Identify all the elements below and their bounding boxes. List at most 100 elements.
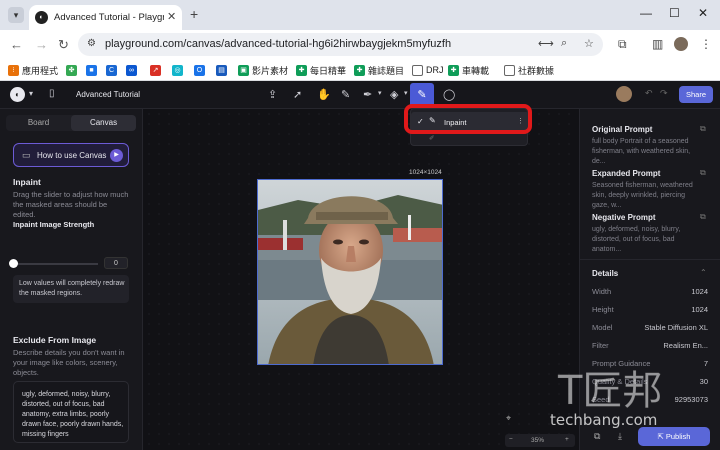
board-canvas-switch: Board Canvas [6, 115, 136, 131]
bookmark-daily[interactable]: ✚ 每日精華 [296, 63, 346, 77]
logo-chevron-icon[interactable]: ▾ [29, 89, 33, 98]
detail-value: Realism En... [663, 341, 708, 350]
close-window-icon[interactable]: ✕ [698, 6, 708, 20]
details-collapse-icon[interactable]: ⌃ [700, 268, 707, 277]
zoom-icon[interactable]: ⌕ [561, 37, 567, 50]
playground-app: ◐ ▾ ▯ Advanced Tutorial ⇪ ➚ ✋ ✎ ✒ ▾ ◈ ▾ … [0, 81, 720, 450]
bookmark-magazine[interactable]: ✚ 雜誌題目 [354, 63, 404, 77]
detail-value: 30 [699, 377, 708, 386]
pen-tool-icon[interactable]: ✒ [363, 88, 372, 101]
infinity-icon: ∞ [126, 64, 137, 76]
detail-label: Quality & Details [592, 377, 648, 386]
plus-icon: ✚ [296, 64, 307, 76]
bookmark-icon-3[interactable]: C [106, 63, 117, 77]
publish-icon: ⇱ [657, 432, 666, 441]
circle-icon: ◎ [172, 64, 183, 76]
image-dimensions-label: 1024×1024 [409, 169, 442, 176]
browser-tab-bar: ▾ ◐ Advanced Tutorial - Playgrou ✕ + — ☐… [0, 0, 720, 30]
extensions-icon[interactable]: ⧉ [618, 37, 627, 52]
address-bar[interactable]: ⚙ playground.com/canvas/advanced-tutoria… [78, 33, 603, 56]
fill-chevron-icon[interactable]: ▾ [404, 89, 408, 97]
detail-value: 92953073 [674, 395, 708, 404]
negative-prompt-textarea[interactable]: ugly, deformed, noisy, blurry, distorted… [13, 381, 129, 443]
folder-icon [504, 64, 515, 76]
redo-icon[interactable]: ↷ [660, 88, 668, 99]
recenter-icon[interactable]: ⌖ [506, 413, 511, 424]
zoom-level[interactable]: 35% [531, 437, 544, 444]
canvas-title[interactable]: Advanced Tutorial [76, 90, 140, 99]
tab-search-button[interactable]: ▾ [8, 7, 24, 23]
comment-icon[interactable]: ◯ [443, 88, 455, 101]
doc-icon: ▤ [216, 64, 227, 76]
detail-value: 1024 [691, 305, 708, 314]
profile-avatar[interactable] [674, 37, 688, 51]
strength-slider-handle[interactable] [9, 259, 18, 268]
eraser-menu-item[interactable]: ✐ [429, 134, 434, 142]
fisherman-portrait [258, 180, 442, 364]
forward-icon[interactable]: → [35, 37, 48, 52]
bookmark-icon-2[interactable]: ■ [86, 63, 97, 77]
zoom-in-icon[interactable]: + [565, 436, 569, 443]
select-pointer-icon[interactable]: ➚ [293, 88, 302, 101]
how-to-use-canvas-button[interactable]: ▭ How to use Canvas ▶ [13, 143, 129, 167]
back-icon[interactable]: ← [10, 37, 23, 52]
menu-icon[interactable]: ⋮ [700, 37, 712, 51]
bookmark-icon-8[interactable]: ▤ [216, 63, 227, 77]
copy-expanded-icon[interactable]: ⧉ [700, 168, 706, 178]
reload-icon[interactable]: ↻ [58, 37, 69, 53]
zoom-out-icon[interactable]: − [509, 436, 513, 443]
site-settings-icon[interactable]: ⚙ [87, 38, 96, 49]
hand-icon[interactable]: ✋ [317, 88, 331, 101]
translate-icon[interactable]: ⟷ [538, 37, 554, 50]
outlook-icon: O [194, 64, 205, 76]
playground-logo-icon[interactable]: ◐ [10, 87, 25, 102]
playground-favicon-icon: ◐ [35, 11, 48, 24]
leaf-icon: ✤ [66, 64, 77, 76]
pen-chevron-icon[interactable]: ▾ [378, 89, 382, 97]
bookmark-icon-4[interactable]: ∞ [126, 63, 137, 77]
bookmark-star-icon[interactable]: ☆ [584, 37, 594, 50]
bookmark-social[interactable]: 社群數據 [504, 63, 554, 77]
bookmark-icon-1[interactable]: ✤ [66, 63, 77, 77]
upload-icon[interactable]: ⇪ [268, 88, 277, 101]
fill-bucket-icon[interactable]: ◈ [390, 88, 398, 101]
bookmark-repost[interactable]: ✚ 車轉載 [448, 63, 489, 77]
copy-original-icon[interactable]: ⧉ [700, 124, 706, 134]
red-highlight-box [404, 104, 532, 134]
download-icon[interactable]: ⤓ [618, 431, 622, 442]
browser-tab[interactable]: ◐ Advanced Tutorial - Playgrou ✕ [29, 5, 182, 30]
sidepanel-icon[interactable]: ▥ [652, 37, 663, 51]
bookmark-icon-7[interactable]: O [194, 63, 205, 77]
panel-toggle-icon[interactable]: ▯ [49, 88, 55, 99]
close-tab-icon[interactable]: ✕ [167, 10, 176, 23]
url-text: playground.com/canvas/advanced-tutorial-… [105, 38, 452, 50]
user-avatar[interactable] [616, 86, 632, 102]
play-icon: ▶ [110, 149, 123, 162]
edit-frame-icon[interactable]: ✎ [341, 88, 350, 101]
tab-canvas[interactable]: Canvas [71, 115, 136, 131]
detail-label: Seed [592, 395, 610, 404]
canvas-area[interactable]: 1024×1024 − 35% + ⌖ [144, 109, 578, 450]
copy-image-icon[interactable]: ⧉ [594, 431, 600, 442]
detail-value: Stable Diffusion XL [644, 323, 708, 332]
maximize-icon[interactable]: ☐ [669, 6, 680, 20]
new-tab-button[interactable]: + [190, 6, 198, 22]
minimize-icon[interactable]: — [640, 6, 652, 20]
fisherman-image[interactable] [257, 179, 443, 365]
copy-negative-icon[interactable]: ⧉ [700, 212, 706, 222]
bookmark-icon-5[interactable]: ↗ [150, 63, 161, 77]
bookmark-apps[interactable]: ⁝ 應用程式 [8, 63, 58, 77]
share-button[interactable]: Share [679, 86, 713, 103]
c-icon: C [106, 64, 117, 76]
tab-board[interactable]: Board [6, 115, 71, 131]
publish-button[interactable]: ⇱ Publish [638, 427, 710, 446]
bookmark-icon-6[interactable]: ◎ [172, 63, 183, 77]
undo-icon[interactable]: ↶ [645, 88, 653, 99]
bookmark-drj[interactable]: DRJ [412, 63, 444, 77]
plus-icon: ✚ [448, 64, 459, 76]
bookmark-video-assets[interactable]: ▣ 影片素材 [238, 63, 288, 77]
strength-slider-track[interactable] [13, 263, 98, 265]
strength-value-input[interactable]: 0 [104, 257, 128, 269]
detail-value: 7 [703, 359, 708, 368]
negative-prompt-text: ugly, deformed, noisy, blurry, distorted… [22, 391, 124, 438]
